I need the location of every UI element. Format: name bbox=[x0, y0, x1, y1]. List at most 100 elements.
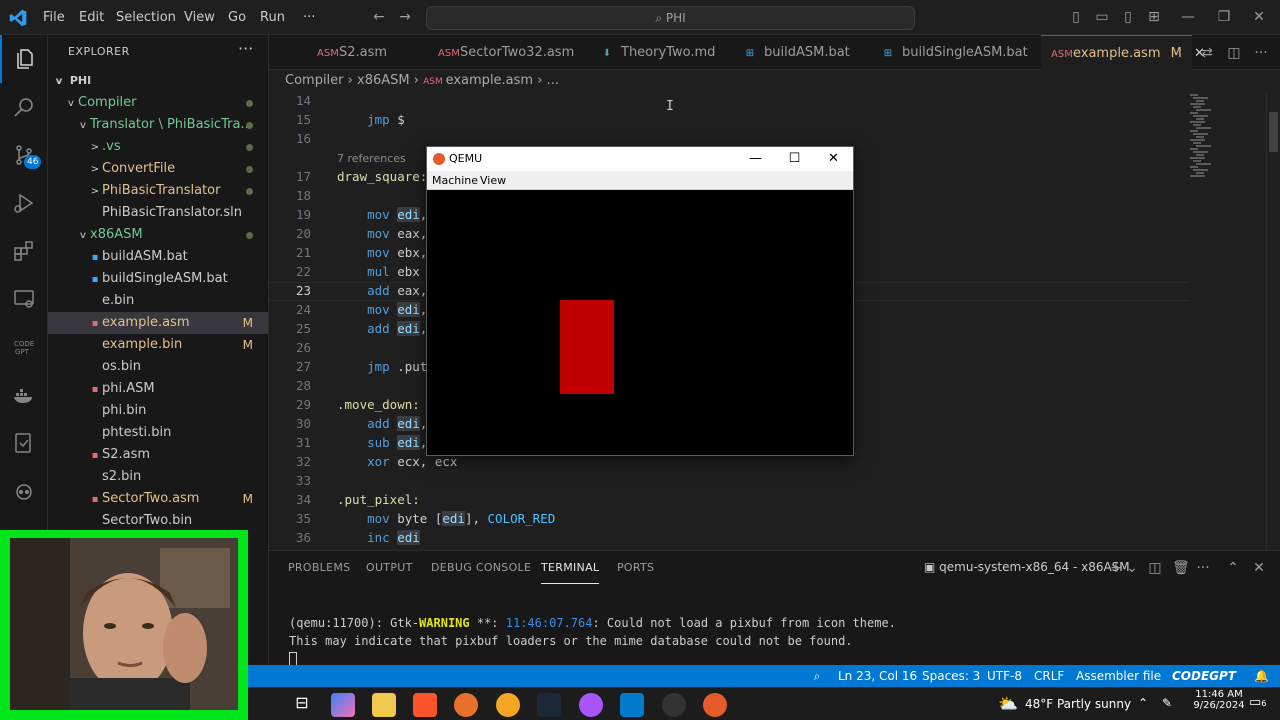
remote-explorer-icon[interactable] bbox=[0, 275, 48, 323]
qemu-taskbar-icon[interactable] bbox=[703, 693, 727, 717]
trash-icon[interactable]: 🗑 bbox=[1172, 560, 1190, 576]
close-window-icon[interactable]: ✕ bbox=[1236, 0, 1280, 35]
vertical-scrollbar[interactable] bbox=[1266, 92, 1280, 550]
breadcrumb-compiler[interactable]: Compiler bbox=[285, 73, 344, 88]
panel-tab-output[interactable]: OUTPUT bbox=[366, 551, 413, 585]
maximize-panel-icon[interactable]: ⌃ bbox=[1225, 560, 1241, 576]
qemu-maximize-icon[interactable]: ☐ bbox=[775, 147, 814, 171]
code-line[interactable]: mov edi, bbox=[337, 302, 427, 317]
tree-item[interactable]: ▪ buildSingleASM.bat bbox=[48, 268, 268, 290]
cursor-position[interactable]: Ln 23, Col 16 bbox=[838, 665, 917, 687]
menu-file[interactable]: File bbox=[43, 0, 65, 35]
vscode-logo-icon[interactable] bbox=[8, 8, 28, 28]
tree-item[interactable]: s2.bin bbox=[48, 466, 268, 488]
code-line[interactable]: draw_square: bbox=[337, 169, 427, 184]
obs-icon[interactable] bbox=[662, 693, 686, 717]
qemu-menu-machine[interactable]: Machine bbox=[432, 171, 478, 190]
tree-item[interactable]: v x86ASM bbox=[48, 224, 268, 246]
tree-item[interactable]: phtesti.bin bbox=[48, 422, 268, 444]
menu-selection[interactable]: Selection bbox=[116, 0, 176, 35]
tab-buildasm-bat[interactable]: ⊞ buildASM.bat bbox=[724, 35, 864, 70]
panel-tab-problems[interactable]: PROBLEMS bbox=[288, 551, 350, 585]
compare-changes-icon[interactable]: ⇄ bbox=[1199, 45, 1215, 61]
test-icon[interactable] bbox=[0, 419, 48, 467]
tree-item[interactable]: > ConvertFile bbox=[48, 158, 268, 180]
tab-theorytwo-md[interactable]: ⬇ TheoryTwo.md bbox=[574, 35, 724, 70]
code-line[interactable]: sub edi, bbox=[337, 435, 427, 450]
terminal-selector[interactable]: ▣ qemu-system-x86_64 - x86ASM bbox=[924, 560, 1130, 574]
tree-item[interactable]: ▪ phi.ASM bbox=[48, 378, 268, 400]
split-editor-icon[interactable]: ◫ bbox=[1226, 45, 1242, 61]
brave-browser-icon[interactable] bbox=[413, 693, 437, 717]
line-ending[interactable]: CRLF bbox=[1034, 665, 1064, 687]
tree-item[interactable]: ▪ SectorTwo.asm M bbox=[48, 488, 268, 510]
tree-item[interactable]: v Compiler bbox=[48, 92, 268, 114]
code-line[interactable]: mov eax, bbox=[337, 226, 427, 241]
panel-more-icon[interactable]: ··· bbox=[1195, 560, 1211, 576]
new-terminal-icon[interactable]: + bbox=[1108, 560, 1124, 576]
file-explorer-icon[interactable] bbox=[372, 693, 396, 717]
steam-icon[interactable] bbox=[537, 693, 561, 717]
weather-text[interactable]: 48°F Partly sunny bbox=[1025, 697, 1131, 711]
tree-item[interactable]: ▪ S2.asm bbox=[48, 444, 268, 466]
qemu-title-bar[interactable]: QEMU — ☐ ✕ bbox=[427, 147, 853, 171]
codegpt-icon[interactable]: CODE GPT bbox=[0, 323, 48, 371]
zoom-icon[interactable]: ⌕ bbox=[804, 665, 830, 687]
language-mode[interactable]: Assembler file bbox=[1076, 665, 1161, 687]
code-line[interactable]: mov byte [edi], COLOR_RED bbox=[337, 511, 555, 526]
tab-buildsingleasm-bat[interactable]: ⊞ buildSingleASM.bat bbox=[864, 35, 1041, 70]
command-center-search[interactable]: ⌕ PHI bbox=[426, 6, 915, 30]
tab-example-asm[interactable]: ASMexample.asm M ✕ bbox=[1041, 35, 1205, 70]
source-control-icon[interactable]: 46 bbox=[0, 131, 48, 179]
encoding[interactable]: UTF-8 bbox=[987, 665, 1022, 687]
tab-s2-asm[interactable]: ASMS2.asm bbox=[269, 35, 424, 70]
extensions-icon[interactable] bbox=[0, 227, 48, 275]
code-line[interactable]: mul ebx bbox=[337, 264, 420, 279]
code-line[interactable]: jmp $ bbox=[337, 112, 405, 127]
terminal-dropdown-icon[interactable]: ⌄ bbox=[1124, 560, 1140, 576]
terminal-prompt[interactable] bbox=[289, 651, 297, 666]
menu-view[interactable]: View bbox=[184, 0, 215, 35]
code-line[interactable]: add eax, bbox=[337, 283, 427, 298]
close-panel-icon[interactable]: ✕ bbox=[1251, 560, 1267, 576]
notification-center-icon[interactable]: ▭6 bbox=[1249, 695, 1266, 710]
code-line[interactable]: mov edi, bbox=[337, 207, 427, 222]
split-terminal-icon[interactable]: ◫ bbox=[1147, 560, 1163, 576]
tree-item[interactable]: SectorTwo.bin bbox=[48, 510, 268, 532]
tree-item[interactable]: e.bin bbox=[48, 290, 268, 312]
code-line[interactable]: add edi, bbox=[337, 321, 427, 336]
tree-item[interactable]: v Translator \ PhiBasicTra... bbox=[48, 114, 268, 136]
notifications-bell-icon[interactable]: 🔔 bbox=[1254, 665, 1269, 687]
qemu-menu-view[interactable]: View bbox=[480, 171, 506, 190]
qemu-close-icon[interactable]: ✕ bbox=[814, 147, 853, 171]
code-line[interactable]: inc edi bbox=[337, 530, 420, 545]
breadcrumb-symbol[interactable]: ... bbox=[547, 73, 559, 88]
pen-icon[interactable]: ✎ bbox=[1162, 696, 1172, 710]
customize-layout-icon[interactable]: ⊞ bbox=[1146, 9, 1162, 25]
breadcrumb-x86asm[interactable]: x86ASM bbox=[357, 73, 410, 88]
explorer-root[interactable]: v PHI bbox=[48, 70, 268, 92]
copilot-taskbar-icon[interactable] bbox=[331, 693, 355, 717]
toggle-panel-icon[interactable]: ▭ bbox=[1094, 9, 1110, 25]
explorer-icon[interactable] bbox=[0, 35, 48, 83]
docker-icon[interactable] bbox=[0, 371, 48, 419]
vscode-taskbar-icon[interactable] bbox=[620, 693, 644, 717]
qemu-minimize-icon[interactable]: — bbox=[736, 147, 775, 171]
tree-item[interactable]: example.bin M bbox=[48, 334, 268, 356]
explorer-more-icon[interactable]: ··· bbox=[238, 39, 253, 58]
qemu-window[interactable]: QEMU — ☐ ✕ Machine View bbox=[426, 146, 854, 456]
editor-more-icon[interactable]: ··· bbox=[1253, 45, 1269, 61]
blender-icon[interactable] bbox=[496, 693, 520, 717]
search-activity-icon[interactable] bbox=[0, 83, 48, 131]
indentation[interactable]: Spaces: 3 bbox=[922, 665, 980, 687]
forward-arrow-icon[interactable]: → bbox=[397, 9, 413, 25]
panel-tab-debug-console[interactable]: DEBUG CONSOLE bbox=[431, 551, 531, 585]
menu-run[interactable]: Run bbox=[260, 0, 285, 35]
toggle-secondary-sidebar-icon[interactable]: ▯ bbox=[1120, 9, 1136, 25]
code-line[interactable]: add edi, bbox=[337, 416, 427, 431]
tree-item[interactable]: ▪ buildASM.bat bbox=[48, 246, 268, 268]
minimap[interactable] bbox=[1186, 92, 1266, 192]
menu-edit[interactable]: Edit bbox=[79, 0, 104, 35]
tree-item[interactable]: phi.bin bbox=[48, 400, 268, 422]
references-codelens[interactable]: 7 references bbox=[337, 152, 406, 165]
